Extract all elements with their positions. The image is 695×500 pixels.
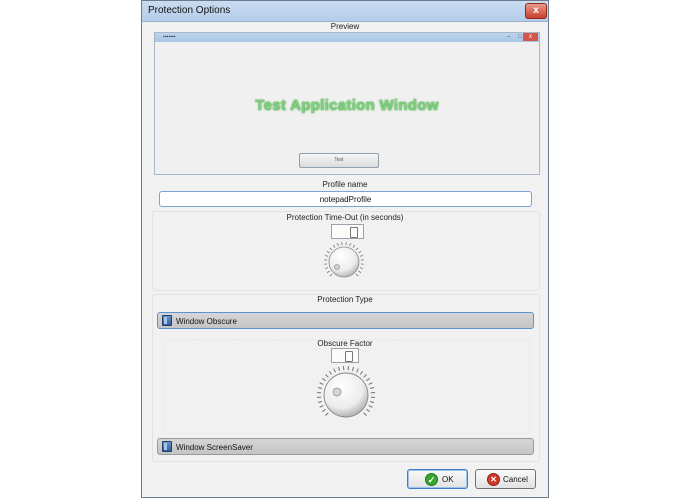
protection-type-label: Protection Type (317, 295, 373, 304)
dial-tick (329, 247, 333, 251)
dial-tick (370, 400, 375, 403)
dial-tick (325, 412, 329, 416)
preview-app-title: Test Application Window (255, 97, 439, 114)
timeout-knob-indicator (334, 264, 340, 270)
preview-close-icon: x (523, 33, 538, 41)
window-title: Protection Options (148, 5, 231, 16)
obscure-factor-dial[interactable] (313, 364, 379, 424)
dial-tick (352, 244, 355, 248)
dial-tick (358, 251, 362, 254)
title-bar[interactable]: Protection Options x (142, 1, 548, 22)
check-icon: ✓ (425, 473, 438, 486)
dial-tick (321, 377, 326, 382)
dial-tick (370, 387, 375, 390)
dial-tick (321, 408, 326, 413)
dial-tick (358, 270, 362, 273)
dial-tick (349, 242, 351, 247)
window-screensaver-label: Window ScreenSaver (176, 443, 253, 452)
dial-tick (363, 374, 367, 378)
dial-tick (337, 242, 339, 247)
cancel-label: Cancel (503, 475, 528, 484)
dial-tick (368, 382, 373, 385)
obscure-factor-lcd-display (331, 348, 359, 363)
obscure-factor-knob (323, 372, 369, 418)
dial-tick (355, 273, 359, 277)
lcd-digit (350, 227, 358, 238)
obscure-factor-knob-indicator (332, 387, 342, 397)
dial-tick (333, 244, 336, 248)
panel-icon (162, 441, 172, 452)
dial-tick (319, 405, 324, 408)
dial-tick (328, 370, 333, 375)
dial-tick (317, 387, 322, 390)
profile-name-label: Profile name (322, 180, 368, 189)
preview-pane: ▪▪▪▪▪▪▪ – □ x Test Application Window Te… (154, 32, 540, 175)
preview-window-titlebar: ▪▪▪▪▪▪▪ – □ x (155, 33, 539, 42)
panel-icon (162, 315, 172, 326)
timeout-dial[interactable] (320, 240, 368, 282)
obscure-factor-label: Obscure Factor (317, 339, 373, 348)
dial-tick (326, 251, 330, 254)
ok-button[interactable]: ✓ OK (407, 469, 468, 489)
dial-tick (359, 255, 364, 257)
preview-label: Preview (330, 22, 360, 31)
dial-tick (338, 366, 341, 371)
profile-name-input[interactable] (159, 191, 532, 207)
preview-app-button: Test (299, 153, 379, 168)
close-icon: x (533, 5, 539, 16)
dial-tick (325, 374, 329, 378)
dial-tick (324, 267, 329, 269)
cancel-icon: ✕ (487, 473, 500, 486)
close-button[interactable]: x (525, 3, 547, 19)
preview-window-title: ▪▪▪▪▪▪▪ (163, 34, 176, 40)
dial-tick (324, 255, 329, 257)
dial-tick (326, 270, 330, 273)
lcd-digit (345, 351, 353, 362)
dial-tick (355, 247, 359, 251)
window-obscure-label: Window Obscure (176, 317, 237, 326)
window-obscure-toggle[interactable]: Window Obscure (157, 312, 534, 329)
window-screensaver-toggle[interactable]: Window ScreenSaver (157, 438, 534, 455)
dial-tick (359, 370, 364, 375)
timeout-lcd-display (331, 224, 364, 239)
dial-tick (333, 368, 336, 373)
dial-tick (359, 267, 364, 269)
dial-tick (356, 368, 359, 373)
cancel-button[interactable]: ✕ Cancel (475, 469, 536, 489)
dial-tick (368, 405, 373, 408)
dial-tick (329, 273, 333, 277)
preview-window-controls: – □ (507, 34, 525, 40)
dial-tick (317, 400, 322, 403)
protection-options-window: Protection Options x Preview ▪▪▪▪▪▪▪ – □… (141, 0, 549, 498)
dial-tick (366, 408, 371, 413)
dial-tick (319, 382, 324, 385)
dial-tick (363, 412, 367, 416)
timeout-label: Protection Time-Out (in seconds) (286, 213, 404, 222)
ok-label: OK (442, 475, 454, 484)
timeout-knob (328, 246, 360, 278)
dial-tick (351, 366, 354, 371)
dial-tick (366, 377, 371, 382)
